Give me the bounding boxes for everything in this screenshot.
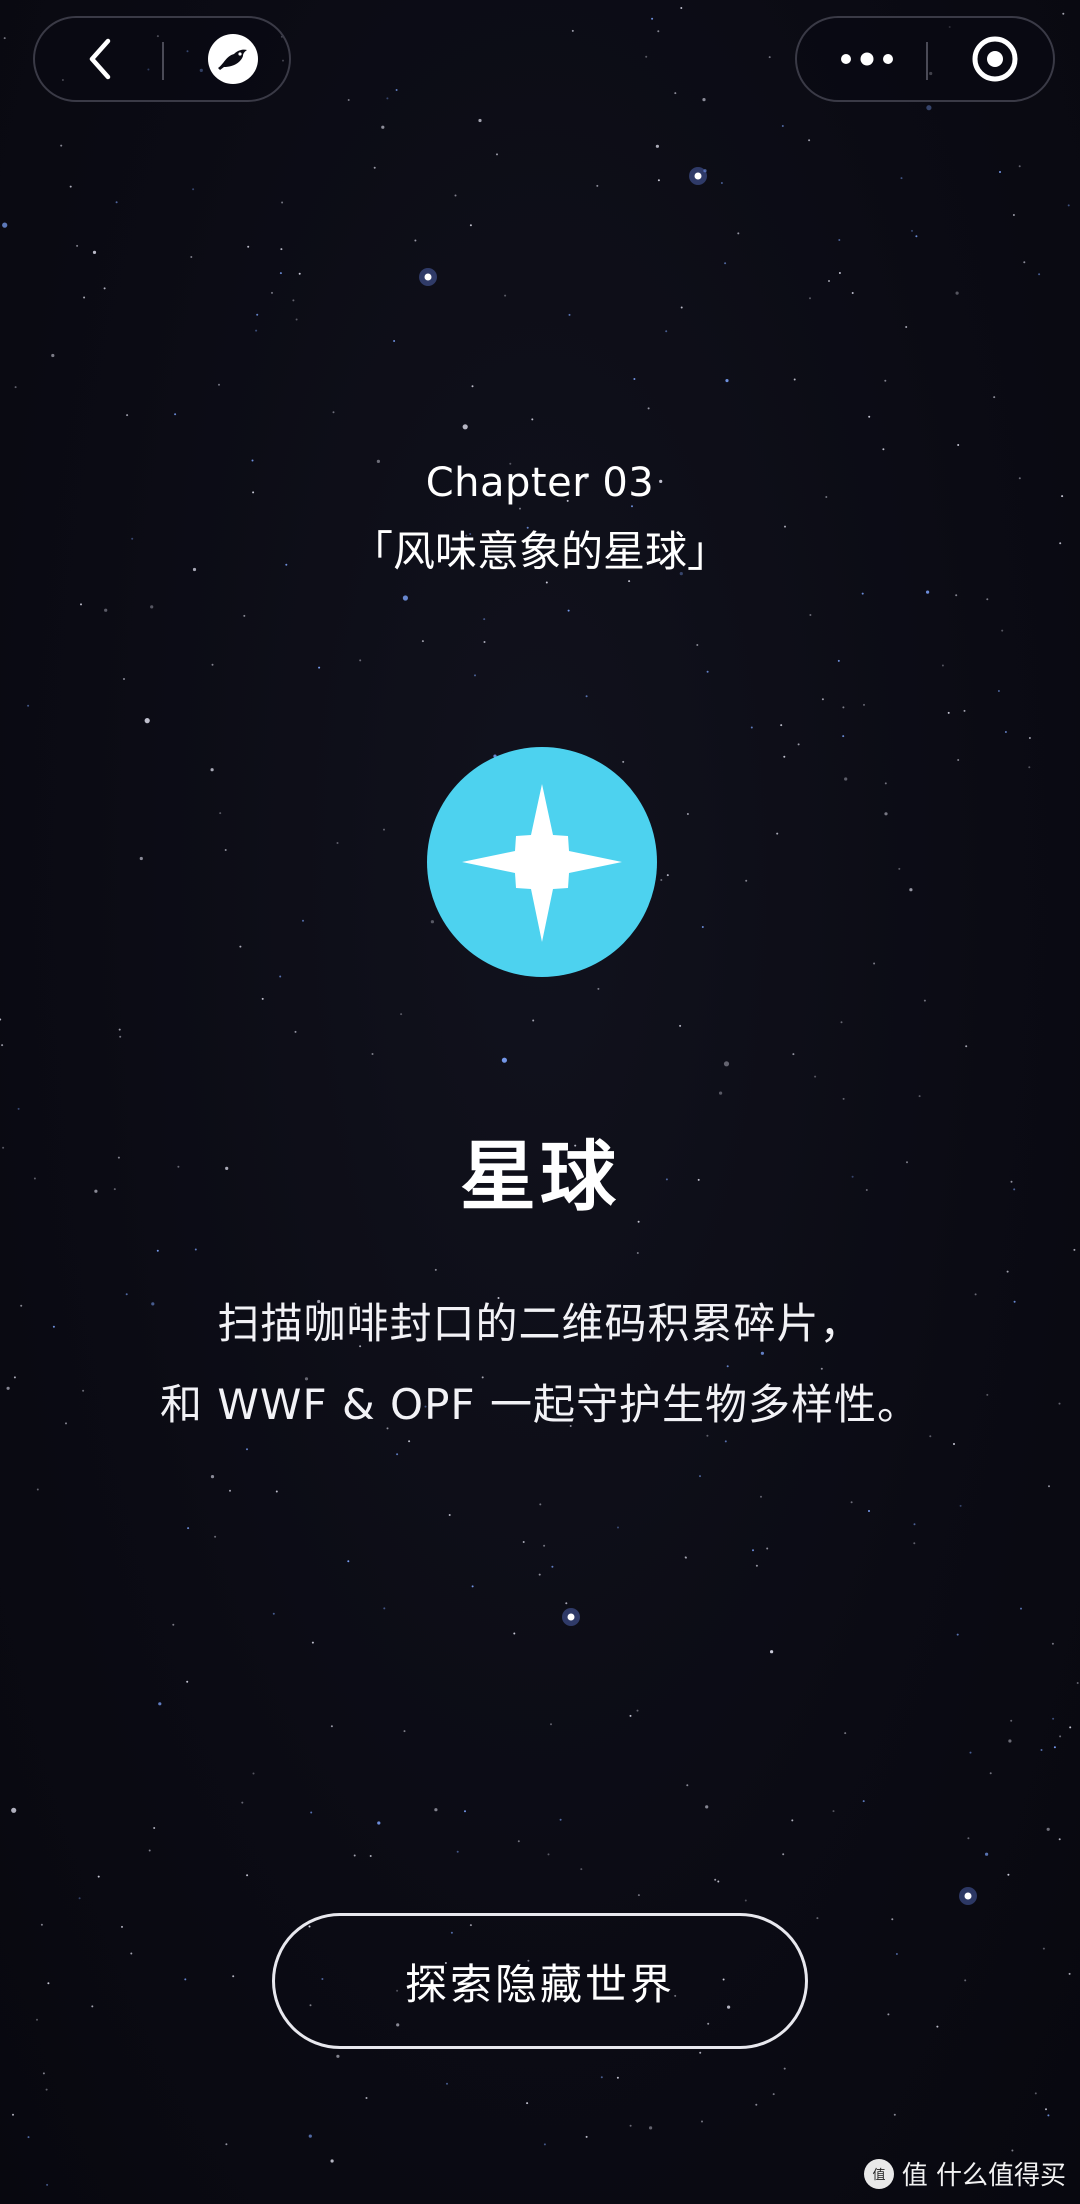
close-miniprogram-button[interactable] xyxy=(945,18,1045,100)
capsule-divider xyxy=(162,42,164,80)
svg-text:值: 值 xyxy=(872,2167,885,2183)
starfield-background xyxy=(0,7,1079,2186)
page-title: 星球 xyxy=(460,1132,620,1221)
back-button[interactable] xyxy=(55,18,145,100)
watermark: 值 值 什么值得买 xyxy=(863,2155,1066,2192)
more-dots-icon xyxy=(841,52,893,66)
nav-capsule-left xyxy=(33,16,291,102)
chapter-number: Chapter 03 xyxy=(425,460,655,506)
capsule-divider xyxy=(926,42,928,80)
target-close-icon xyxy=(972,36,1018,82)
chapter-subtitle: 「风味意象的星球」 xyxy=(350,527,729,576)
watermark-text: 值 什么值得买 xyxy=(901,2161,1066,2191)
bird-logo-icon xyxy=(208,34,258,84)
watermark-logo-icon: 值 xyxy=(863,2158,894,2189)
more-options-button[interactable] xyxy=(817,18,917,100)
nav-capsule-right xyxy=(795,16,1055,102)
explore-hidden-world-button[interactable]: 探索隐藏世界 xyxy=(272,1913,808,2049)
description-line-1: 扫描咖啡封口的二维码积累碎片， xyxy=(217,1299,863,1348)
compass-star-icon xyxy=(462,784,622,942)
chevron-left-icon xyxy=(89,38,111,80)
brand-home-button[interactable] xyxy=(183,18,283,100)
screen: Chapter 03 「风味意象的星球」 星球 扫描咖啡封口的二维码积累碎片， … xyxy=(0,0,1080,2204)
description-line-2: 和 WWF & OPF 一起守护生物多样性。 xyxy=(160,1380,920,1429)
planet-badge xyxy=(427,747,657,977)
